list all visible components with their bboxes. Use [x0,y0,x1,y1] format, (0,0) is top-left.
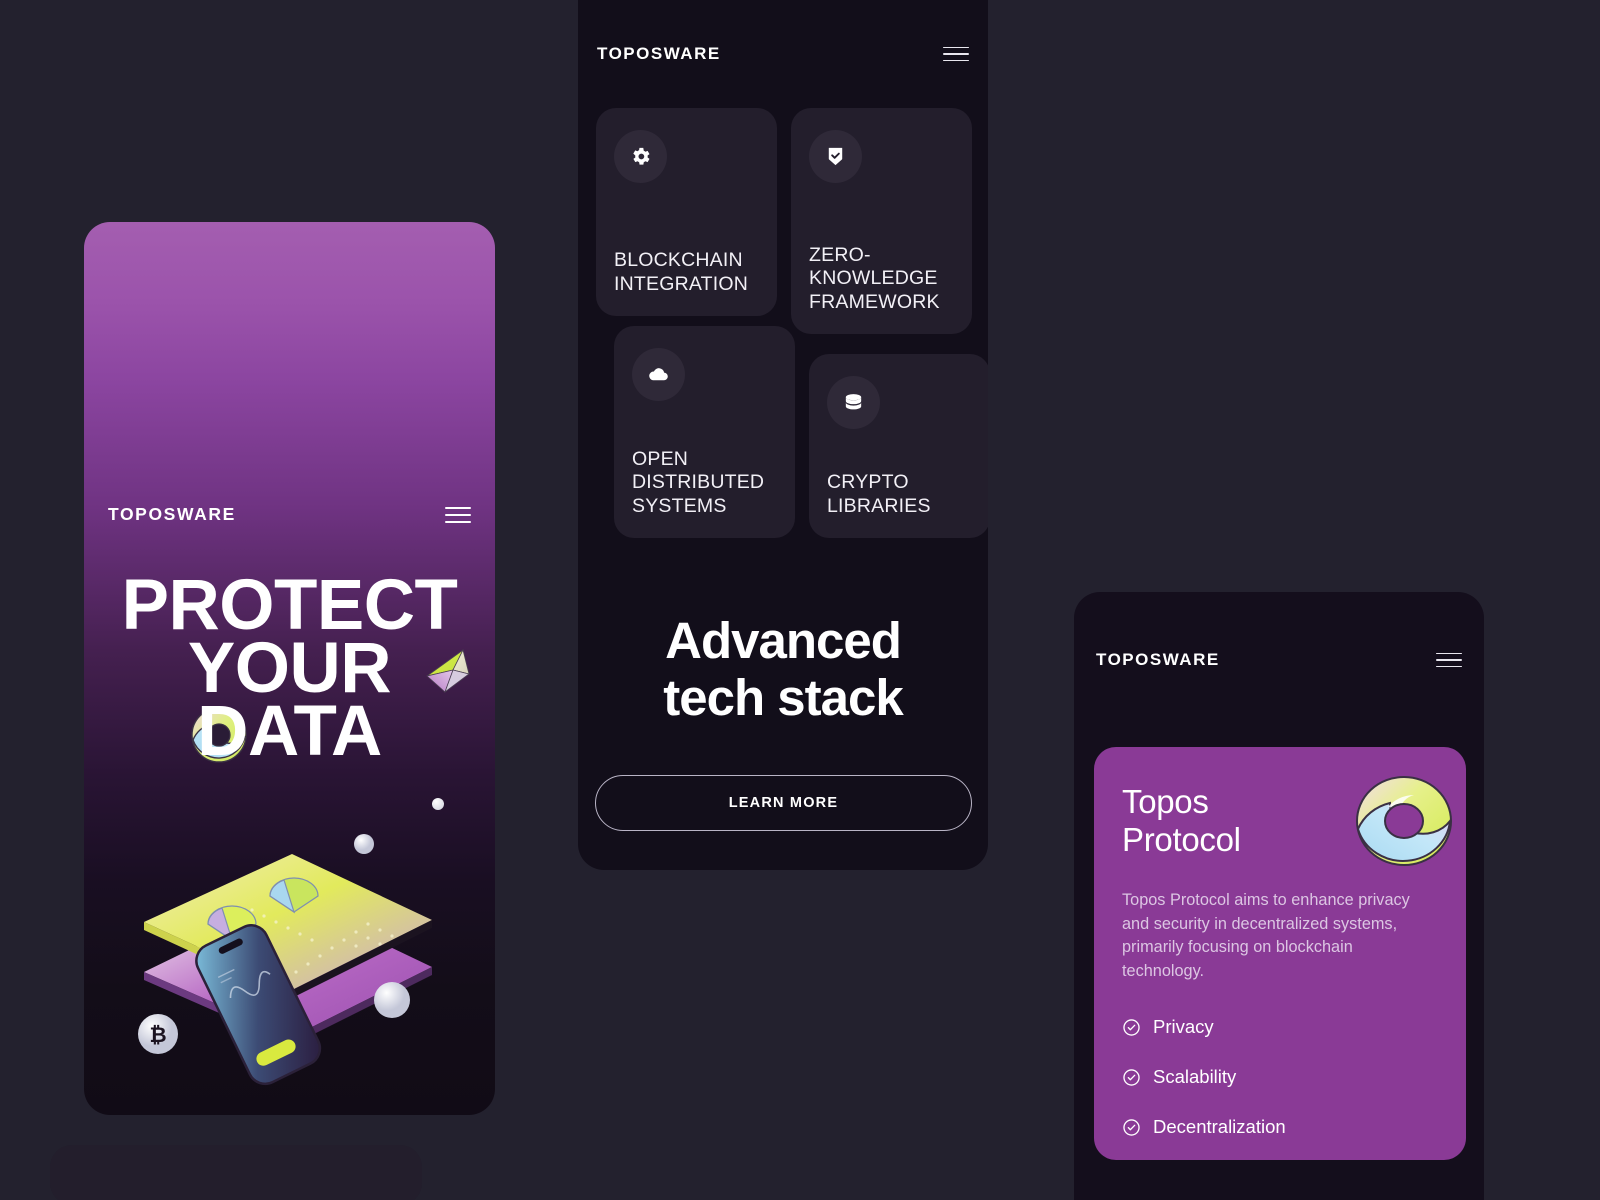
hamburger-menu-icon[interactable] [1436,652,1462,668]
screenshot-stage: TOPOSWARE PROTECT YOUR DATA ₿ TOPOSWARE … [0,0,1600,1200]
hero-headline: PROTECT YOUR DATA [84,566,495,772]
hero-panel: TOPOSWARE PROTECT YOUR DATA ₿ [84,222,495,1115]
topos-feature-item: Scalability [1122,1066,1438,1088]
cloud-icon [632,348,685,401]
topos-feature-label: Privacy [1153,1016,1214,1037]
topos-description: Topos Protocol aims to enhance privacy a… [1122,890,1410,981]
hero-headline-line-2: YOUR [187,629,392,709]
hero-headline-line-1: PROTECT [121,566,458,645]
isometric-stack-illustration: ₿ [138,834,432,1086]
topos-card-title: Topos Protocol [1122,783,1438,859]
check-circle-icon [1123,1068,1140,1086]
topos-protocol-card[interactable]: Topos Protocol Topos Protocol aims to en… [1094,747,1466,1160]
topos-feature-label: Scalability [1153,1066,1237,1087]
sphere-icon [354,834,374,854]
feature-card-label: BLOCKCHAIN INTEGRATION [614,249,749,295]
hero-headline-line-3: DATA [197,692,382,772]
hamburger-menu-icon[interactable] [445,506,471,523]
feature-card-blockchain-integration[interactable]: BLOCKCHAIN INTEGRATION [596,108,777,316]
feature-card-crypto-libraries[interactable]: CRYPTO LIBRARIES [809,354,988,538]
shield-check-icon [809,130,862,183]
database-icon [827,376,880,429]
topos-card-title-line-1: Topos [1122,783,1209,820]
topos-feature-item: Decentralization [1122,1116,1438,1138]
topos-next-card-peek[interactable] [50,1145,422,1200]
topos-brand-logo[interactable]: TOPOSWARE [1096,650,1220,670]
topos-card-title-line-2: Protocol [1122,820,1241,858]
topos-feature-item: Privacy [1122,1016,1438,1038]
hero-header: TOPOSWARE [84,504,495,525]
bitcoin-coin-icon: ₿ [138,1014,178,1054]
topos-header: TOPOSWARE [1074,650,1484,670]
feature-card-grid: BLOCKCHAIN INTEGRATION ZERO-KNOWLEDGE FR… [596,108,988,538]
topos-feature-label: Decentralization [1153,1116,1286,1137]
gear-icon [614,130,667,183]
tech-header: TOPOSWARE [578,44,988,64]
tech-stack-panel: TOPOSWARE BLOCKCHAIN INTEGRATION ZERO-KN… [578,0,988,870]
tech-title-line-1: Advanced [665,612,902,669]
check-circle-icon [1123,1018,1140,1036]
topos-feature-list: Privacy Scalability Decentralization [1122,1016,1438,1138]
check-circle-icon [1123,1118,1140,1136]
feature-card-label: CRYPTO LIBRARIES [827,471,931,517]
topos-protocol-panel: TOPOSWARE Topos Protocol Topos Protocol … [1074,592,1484,1200]
tech-stack-title: Advanced tech stack [578,612,988,726]
feature-card-label: OPEN DISTRIBUTED SYSTEMS [632,447,765,517]
tech-brand-logo[interactable]: TOPOSWARE [597,44,721,64]
feature-card-open-distributed-systems[interactable]: OPEN DISTRIBUTED SYSTEMS [614,326,795,538]
dot-icon [432,798,444,810]
feature-card-label: ZERO-KNOWLEDGE FRAMEWORK [809,243,940,313]
tech-title-line-2: tech stack [663,669,903,727]
feature-card-zero-knowledge-framework[interactable]: ZERO-KNOWLEDGE FRAMEWORK [791,108,972,334]
hero-brand-logo[interactable]: TOPOSWARE [108,504,236,525]
svg-text:₿: ₿ [149,1024,166,1047]
hamburger-menu-icon[interactable] [943,46,969,62]
sphere-icon [374,982,410,1018]
learn-more-button[interactable]: LEARN MORE [595,775,972,831]
